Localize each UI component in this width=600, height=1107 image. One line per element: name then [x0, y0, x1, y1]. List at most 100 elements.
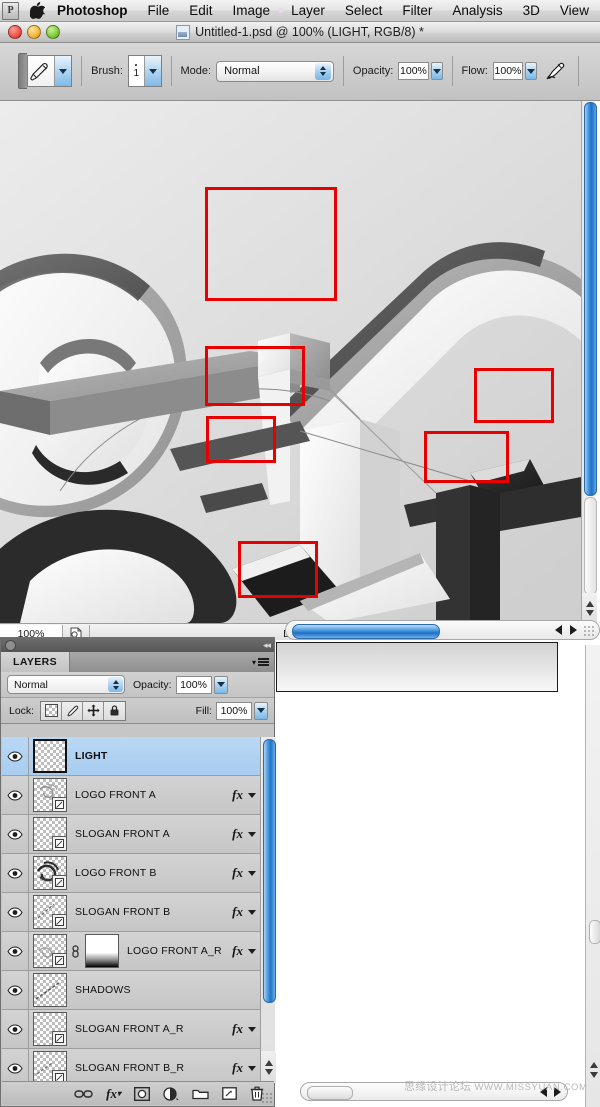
menu-item-image[interactable]: Image: [223, 0, 281, 22]
scrollbar-thumb[interactable]: [584, 102, 597, 496]
layer-thumbnail[interactable]: [33, 778, 67, 812]
mask-icon[interactable]: [134, 1086, 150, 1101]
fx-icon[interactable]: fx: [232, 787, 243, 803]
layer-visibility-toggle[interactable]: [2, 1010, 29, 1048]
table-row[interactable]: LOGO FRONT A_R fx: [2, 932, 260, 971]
layer-visibility-toggle[interactable]: [2, 971, 29, 1009]
canvas-horizontal-scrollbar[interactable]: [285, 620, 600, 640]
layer-effects-indicator[interactable]: fx: [232, 1060, 256, 1076]
lock-position-button[interactable]: [83, 701, 105, 720]
adjustment-icon[interactable]: [163, 1086, 179, 1101]
table-row[interactable]: LIGHT: [2, 737, 260, 776]
layer-name[interactable]: LIGHT: [75, 750, 260, 762]
scrollbar-track[interactable]: [584, 497, 597, 595]
brush-preset-dropdown[interactable]: [143, 56, 161, 86]
layer-name[interactable]: LOGO FRONT A: [75, 789, 232, 801]
layer-name[interactable]: SLOGAN FRONT B: [75, 906, 232, 918]
chevron-down-icon[interactable]: [248, 870, 256, 876]
new-layer-icon[interactable]: [222, 1087, 237, 1100]
collapse-icon[interactable]: ◂◂: [263, 640, 271, 651]
scroll-down-icon[interactable]: [264, 1068, 273, 1075]
table-row[interactable]: SLOGAN FRONT B fx: [2, 893, 260, 932]
layer-thumbnail[interactable]: [33, 817, 67, 851]
layer-effects-indicator[interactable]: fx: [232, 787, 256, 803]
lock-image-pixels-button[interactable]: [62, 701, 84, 720]
layer-visibility-toggle[interactable]: [2, 815, 29, 853]
chevron-down-icon[interactable]: [248, 909, 256, 915]
fx-icon[interactable]: fx: [232, 943, 243, 959]
menu-item-select[interactable]: Select: [335, 0, 393, 22]
layer-effects-indicator[interactable]: fx: [232, 904, 256, 920]
scroll-down-icon[interactable]: [585, 609, 594, 616]
hscroll-thumb[interactable]: [307, 1086, 353, 1100]
link-icon[interactable]: [74, 1088, 93, 1100]
fx-icon[interactable]: fx ▾: [106, 1086, 121, 1102]
layer-mask-thumbnail[interactable]: [85, 934, 119, 968]
opacity-dropdown[interactable]: [430, 62, 443, 80]
apple-logo-icon[interactable]: [27, 1, 47, 21]
table-row[interactable]: SLOGAN FRONT A fx: [2, 815, 260, 854]
layer-thumbnail[interactable]: [33, 1051, 67, 1083]
chevron-down-icon[interactable]: [248, 1026, 256, 1032]
hscroll-arrows[interactable]: [555, 625, 577, 635]
layer-name[interactable]: LOGO FRONT A_R: [127, 945, 232, 957]
chevron-down-icon[interactable]: [248, 1065, 256, 1071]
layer-name[interactable]: SHADOWS: [75, 984, 260, 996]
scrollbar-thumb[interactable]: [263, 739, 276, 1003]
tool-preset-picker[interactable]: [27, 55, 73, 87]
vscroll-arrows[interactable]: [586, 1053, 600, 1087]
fill-dropdown[interactable]: [254, 701, 268, 720]
chevron-down-icon[interactable]: [248, 792, 256, 798]
stepper-icon[interactable]: [108, 677, 123, 692]
fx-icon[interactable]: fx: [232, 826, 243, 842]
tab-layers[interactable]: LAYERS: [1, 652, 71, 672]
options-bar-grip[interactable]: [18, 53, 28, 89]
scroll-right-icon[interactable]: [570, 625, 577, 635]
flow-input[interactable]: 100%: [492, 62, 524, 80]
panel-dock-bar[interactable]: ◂◂: [1, 638, 274, 652]
menu-item-edit[interactable]: Edit: [179, 0, 222, 22]
layer-visibility-toggle[interactable]: [2, 1049, 29, 1083]
layer-effects-indicator[interactable]: fx: [232, 1021, 256, 1037]
table-row[interactable]: SHADOWS: [2, 971, 260, 1010]
panel-menu-icon[interactable]: ▾: [252, 652, 274, 672]
menu-item-3d[interactable]: 3D: [513, 0, 550, 22]
lock-transparent-pixels-button[interactable]: [41, 701, 63, 720]
menu-item-file[interactable]: File: [138, 0, 180, 22]
layer-name[interactable]: SLOGAN FRONT A_R: [75, 1023, 232, 1035]
layer-thumbnail[interactable]: [33, 739, 67, 773]
menu-item-filter[interactable]: Filter: [392, 0, 442, 22]
tool-preset-dropdown[interactable]: [54, 56, 72, 86]
layer-visibility-toggle[interactable]: [2, 737, 29, 775]
table-row[interactable]: SLOGAN FRONT B_R fx: [2, 1049, 260, 1083]
fill-input[interactable]: 100%: [216, 701, 252, 720]
layer-visibility-toggle[interactable]: [2, 893, 29, 931]
layer-effects-indicator[interactable]: fx: [232, 943, 256, 959]
layer-effects-indicator[interactable]: fx: [232, 865, 256, 881]
scroll-left-icon[interactable]: [555, 625, 562, 635]
chevron-down-icon[interactable]: [248, 831, 256, 837]
layer-visibility-toggle[interactable]: [2, 776, 29, 814]
layer-name[interactable]: SLOGAN FRONT A: [75, 828, 232, 840]
fx-icon[interactable]: fx: [232, 865, 243, 881]
canvas-vertical-scrollbar[interactable]: [581, 101, 597, 623]
layers-list[interactable]: LIGHT LOGO FRONT A fx SLOGAN FRONT A fx …: [2, 737, 260, 1083]
menu-item-view[interactable]: View: [550, 0, 599, 22]
layer-blend-mode-select[interactable]: Normal: [7, 675, 125, 694]
layer-effects-indicator[interactable]: fx: [232, 826, 256, 842]
layer-thumbnail[interactable]: [33, 973, 67, 1007]
layer-name[interactable]: LOGO FRONT B: [75, 867, 232, 879]
scroll-down-icon[interactable]: [589, 1072, 598, 1078]
menu-item-analysis[interactable]: Analysis: [442, 0, 512, 22]
layer-thumbnail[interactable]: [33, 1012, 67, 1046]
window-vertical-scrollbar[interactable]: [585, 645, 600, 1107]
opacity-input[interactable]: 100%: [398, 62, 429, 80]
layer-name[interactable]: SLOGAN FRONT B_R: [75, 1062, 232, 1074]
hscroll-thumb[interactable]: [292, 624, 440, 639]
canvas-area[interactable]: [0, 101, 581, 623]
fx-icon[interactable]: fx: [232, 1021, 243, 1037]
layers-panel-scrollbar[interactable]: [260, 737, 276, 1083]
fx-icon[interactable]: fx: [232, 1060, 243, 1076]
scrollbar-arrows[interactable]: [261, 1051, 276, 1083]
lock-all-button[interactable]: [104, 701, 126, 720]
